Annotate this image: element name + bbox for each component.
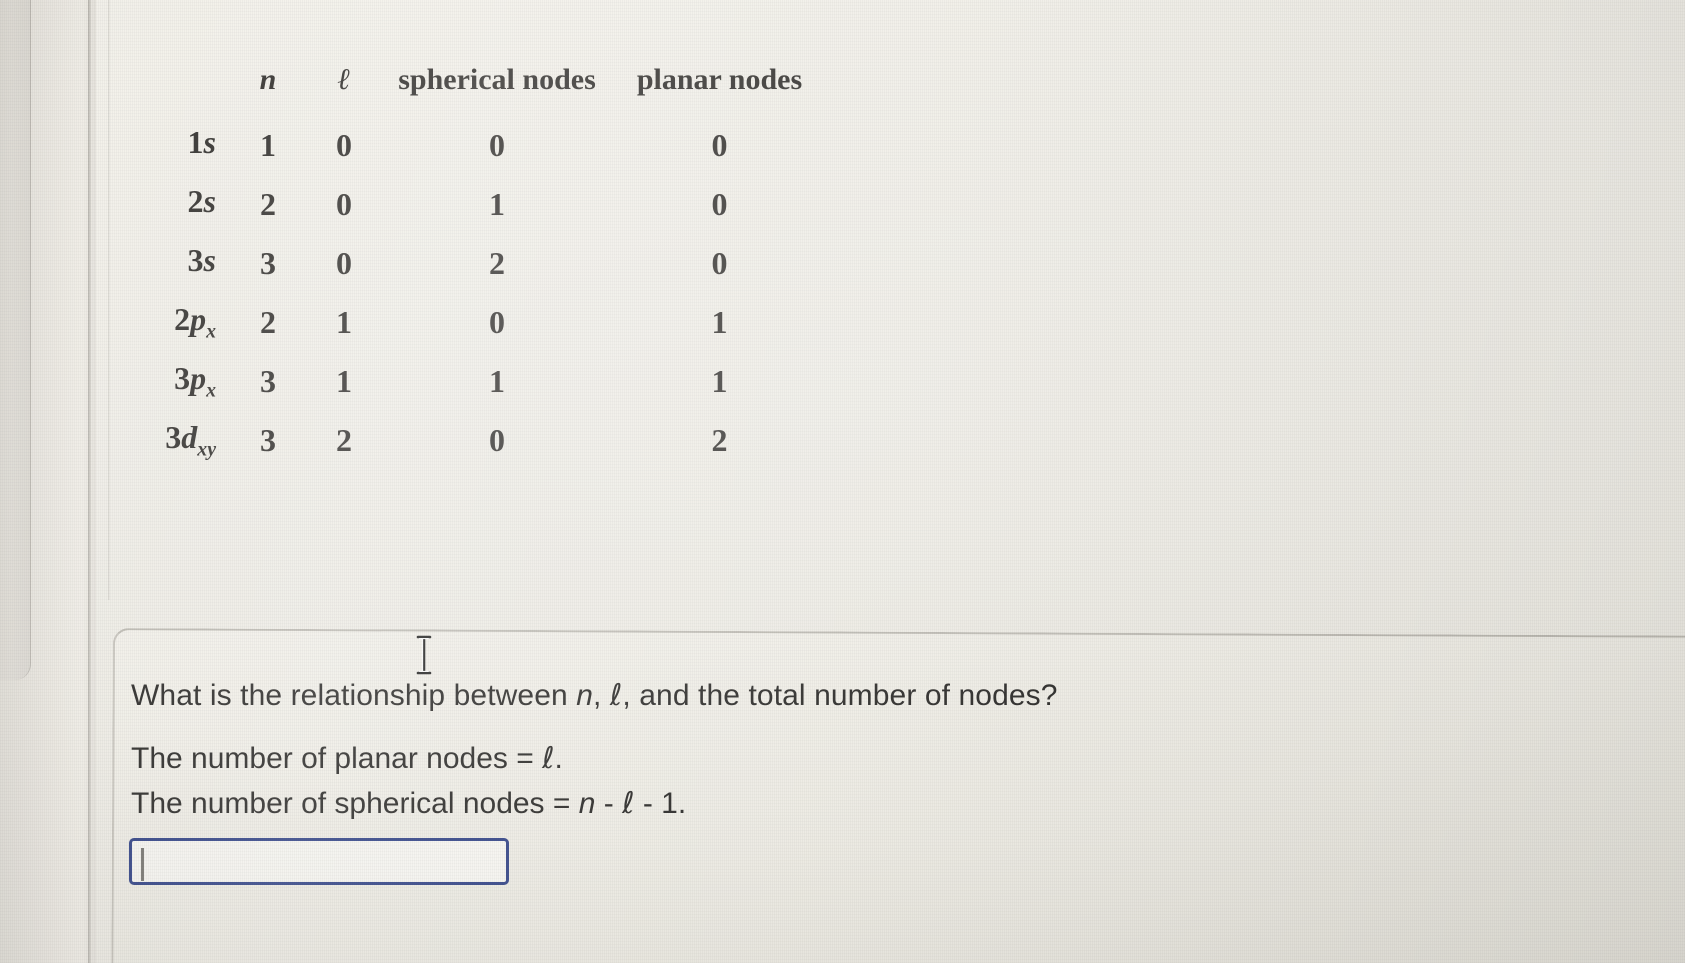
- cell-n: 2: [260, 304, 276, 340]
- cell-planar: 0: [711, 127, 728, 163]
- orbital-prefix: 3: [187, 242, 204, 279]
- orbital-prefix: 2: [187, 183, 204, 220]
- table-header-row: n ℓ spherical nodes planar nodes: [120, 44, 827, 116]
- answer-line-spherical: The number of spherical nodes = n - ℓ - …: [131, 786, 686, 821]
- question-part-2: ,: [593, 679, 610, 713]
- cell-planar: 1: [711, 363, 728, 399]
- text-caret: [140, 848, 144, 882]
- cell-spherical: 1: [489, 186, 505, 222]
- table-row: 3s 3 0 2 0: [120, 234, 827, 293]
- cell-spherical: 1: [489, 363, 505, 399]
- nodes-table-element: n ℓ spherical nodes planar nodes 1s 1 0 …: [120, 44, 827, 470]
- cell-orbital: 2px: [120, 293, 230, 352]
- cell-orbital: 1s: [120, 116, 230, 175]
- cell-orbital: 3dxy: [120, 411, 230, 470]
- answer1-var-l: ℓ: [542, 741, 555, 777]
- answer2-part-1: The number of spherical nodes =: [130, 787, 579, 821]
- cell-planar: 0: [711, 186, 728, 222]
- cell-spherical: 0: [489, 304, 505, 340]
- orbital-prefix: 3: [174, 360, 191, 397]
- cell-l: 1: [336, 363, 352, 399]
- cell-n: 3: [260, 422, 276, 458]
- gutter-divider: [88, 0, 91, 963]
- orbital-letter: s: [203, 124, 216, 161]
- orbital-letter: p: [190, 360, 207, 397]
- cell-planar: 2: [711, 422, 728, 458]
- answer-input[interactable]: [128, 838, 509, 886]
- nodes-table: n ℓ spherical nodes planar nodes 1s 1 0 …: [120, 44, 827, 470]
- table-row: 2s 2 0 1 0: [120, 175, 827, 234]
- cell-orbital: 3px: [120, 352, 230, 411]
- cell-n: 3: [260, 245, 276, 281]
- table-body: 1s 1 0 0 0 2s 2 0 1 0 3s 3 0 2 0 2px 2 1…: [120, 116, 827, 470]
- question-var-l: ℓ: [609, 678, 623, 714]
- orbital-prefix: 1: [187, 124, 204, 161]
- answer-card: What is the relationship between n, ℓ, a…: [111, 628, 1685, 963]
- question-part-3: , and the total number of nodes?: [622, 679, 1058, 713]
- answer1-part-2: .: [554, 742, 563, 776]
- orbital-subscript: x: [206, 320, 216, 343]
- table-row: 3dxy 3 2 0 2: [120, 411, 827, 470]
- cell-planar: 0: [711, 245, 728, 281]
- ibeam-cursor: [416, 635, 432, 675]
- orbital-letter: p: [190, 301, 207, 338]
- question-var-n: n: [576, 679, 594, 713]
- cell-spherical: 0: [489, 127, 505, 163]
- answer1-part-1: The number of planar nodes =: [130, 742, 543, 776]
- left-side-panel: [0, 0, 31, 680]
- cell-l: 0: [336, 127, 352, 163]
- table-row: 3px 3 1 1 1: [120, 352, 827, 411]
- orbital-subscript: x: [206, 379, 216, 402]
- table-row: 1s 1 0 0 0: [120, 116, 827, 175]
- answer2-var-n: n: [578, 787, 596, 821]
- column-header-planar-nodes: planar nodes: [636, 63, 803, 96]
- column-header-n: n: [259, 63, 277, 96]
- column-header-spherical-nodes: spherical nodes: [398, 63, 596, 96]
- screenshot-root: n ℓ spherical nodes planar nodes 1s 1 0 …: [0, 0, 1685, 963]
- answer-card-inner: What is the relationship between n, ℓ, a…: [115, 630, 1685, 963]
- orbital-prefix: 2: [174, 301, 191, 338]
- answer2-part-2: -: [595, 787, 623, 821]
- cell-spherical: 2: [489, 245, 505, 281]
- answer2-part-3: - 1.: [634, 787, 687, 821]
- orbital-letter: d: [181, 419, 198, 456]
- cell-orbital: 2s: [120, 175, 230, 234]
- column-header-l: ℓ: [337, 63, 351, 96]
- cell-orbital: 3s: [120, 234, 230, 293]
- orbital-prefix: 3: [165, 419, 182, 456]
- question-part-1: What is the relationship between: [130, 679, 577, 713]
- cell-n: 2: [260, 186, 276, 222]
- cell-l: 0: [336, 245, 352, 281]
- table-head: n ℓ spherical nodes planar nodes: [120, 44, 827, 116]
- cell-n: 1: [260, 127, 276, 163]
- cell-n: 3: [260, 363, 276, 399]
- gutter-divider-secondary: [108, 0, 110, 600]
- cell-spherical: 0: [489, 422, 505, 458]
- column-header-orbital: [120, 44, 230, 116]
- cell-planar: 1: [711, 304, 728, 340]
- answer-line-planar: The number of planar nodes = ℓ.: [131, 741, 563, 776]
- table-row: 2px 2 1 0 1: [120, 293, 827, 352]
- answer2-var-l: ℓ: [622, 786, 635, 822]
- orbital-letter: s: [203, 183, 216, 220]
- cell-l: 2: [336, 422, 352, 458]
- cell-l: 1: [336, 304, 352, 340]
- question-text: What is the relationship between n, ℓ, a…: [131, 678, 1058, 713]
- orbital-letter: s: [203, 242, 216, 279]
- orbital-subscript: xy: [197, 438, 216, 461]
- cell-l: 0: [336, 186, 352, 222]
